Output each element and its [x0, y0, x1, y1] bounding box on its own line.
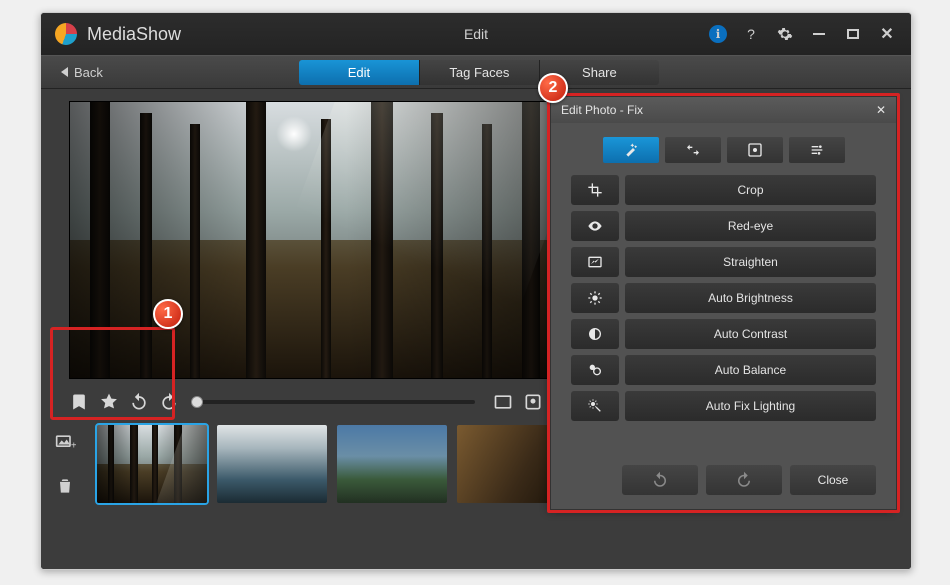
brightness-icon — [571, 283, 619, 313]
app-title: MediaShow — [87, 24, 181, 45]
close-button[interactable]: ✕ — [877, 24, 897, 44]
tab-tag-faces[interactable]: Tag Faces — [419, 60, 539, 85]
panel-redo-button[interactable] — [706, 465, 782, 495]
tab-flip[interactable] — [665, 137, 721, 163]
undo-icon[interactable] — [129, 392, 149, 412]
help-icon[interactable]: ? — [741, 24, 761, 44]
star-icon[interactable] — [99, 392, 119, 412]
thumbnail-3[interactable] — [337, 425, 447, 503]
info-icon[interactable]: ℹ — [709, 25, 727, 43]
preview-image — [70, 102, 572, 378]
settings-icon[interactable] — [775, 24, 795, 44]
lighting-icon — [571, 391, 619, 421]
action-auto-balance[interactable]: Auto Balance — [571, 355, 876, 385]
action-red-eye[interactable]: Red-eye — [571, 211, 876, 241]
panel-close-button[interactable]: ✕ — [876, 103, 886, 117]
svg-text:+: + — [71, 441, 76, 452]
eye-icon — [571, 211, 619, 241]
annotation-badge-2: 2 — [538, 73, 568, 103]
left-sidebar: + — [51, 429, 79, 499]
thumbnail-2[interactable] — [217, 425, 327, 503]
contrast-icon — [571, 319, 619, 349]
action-label: Auto Brightness — [625, 283, 876, 313]
zoom-slider[interactable] — [197, 400, 475, 404]
action-label: Auto Contrast — [625, 319, 876, 349]
action-auto-fix-lighting[interactable]: Auto Fix Lighting — [571, 391, 876, 421]
action-crop[interactable]: Crop — [571, 175, 876, 205]
panel-titlebar: Edit Photo - Fix ✕ — [551, 97, 896, 123]
titlebar-controls: ℹ ? ✕ — [709, 24, 911, 44]
canvas-toolbar — [69, 389, 573, 415]
tab-magic[interactable] — [603, 137, 659, 163]
panel-tool-tabs — [551, 123, 896, 171]
edit-photo-panel: Edit Photo - Fix ✕ Crop Red-eye Straight… — [550, 96, 897, 510]
fit-icon[interactable] — [493, 392, 513, 412]
chevron-left-icon — [61, 67, 68, 77]
action-label: Red-eye — [625, 211, 876, 241]
panel-title-text: Edit Photo - Fix — [561, 103, 643, 117]
face-icon[interactable] — [523, 392, 543, 412]
minimize-button[interactable] — [809, 24, 829, 44]
back-button[interactable]: Back — [51, 61, 113, 84]
action-auto-contrast[interactable]: Auto Contrast — [571, 319, 876, 349]
tab-adjust[interactable] — [789, 137, 845, 163]
redo-icon[interactable] — [159, 392, 179, 412]
window-context: Edit — [464, 26, 488, 42]
maximize-button[interactable] — [843, 24, 863, 44]
action-label: Straighten — [625, 247, 876, 277]
panel-footer: Close — [551, 453, 896, 509]
titlebar: MediaShow Edit ℹ ? ✕ — [41, 13, 911, 55]
back-label: Back — [74, 65, 103, 80]
tab-effects[interactable] — [727, 137, 783, 163]
panel-undo-button[interactable] — [622, 465, 698, 495]
action-label: Crop — [625, 175, 876, 205]
tab-edit[interactable]: Edit — [299, 60, 419, 85]
zoom-handle[interactable] — [191, 396, 203, 408]
action-label: Auto Fix Lighting — [625, 391, 876, 421]
app-logo-icon — [55, 23, 77, 45]
panel-close-footer-button[interactable]: Close — [790, 465, 876, 495]
annotation-badge-1: 1 — [153, 299, 183, 329]
tag-icon[interactable] — [69, 392, 89, 412]
add-photo-button[interactable]: + — [51, 429, 79, 455]
thumbnail-strip — [97, 425, 567, 503]
delete-button[interactable] — [51, 473, 79, 499]
fix-actions: Crop Red-eye Straighten Auto Brightness … — [551, 171, 896, 421]
straighten-icon — [571, 247, 619, 277]
crop-icon — [571, 175, 619, 205]
action-auto-brightness[interactable]: Auto Brightness — [571, 283, 876, 313]
balance-icon — [571, 355, 619, 385]
action-straighten[interactable]: Straighten — [571, 247, 876, 277]
mode-tabs: Edit Tag Faces Share — [299, 60, 659, 85]
thumbnail-1[interactable] — [97, 425, 207, 503]
image-canvas[interactable] — [69, 101, 573, 379]
navbar: Back Edit Tag Faces Share — [41, 55, 911, 89]
action-label: Auto Balance — [625, 355, 876, 385]
